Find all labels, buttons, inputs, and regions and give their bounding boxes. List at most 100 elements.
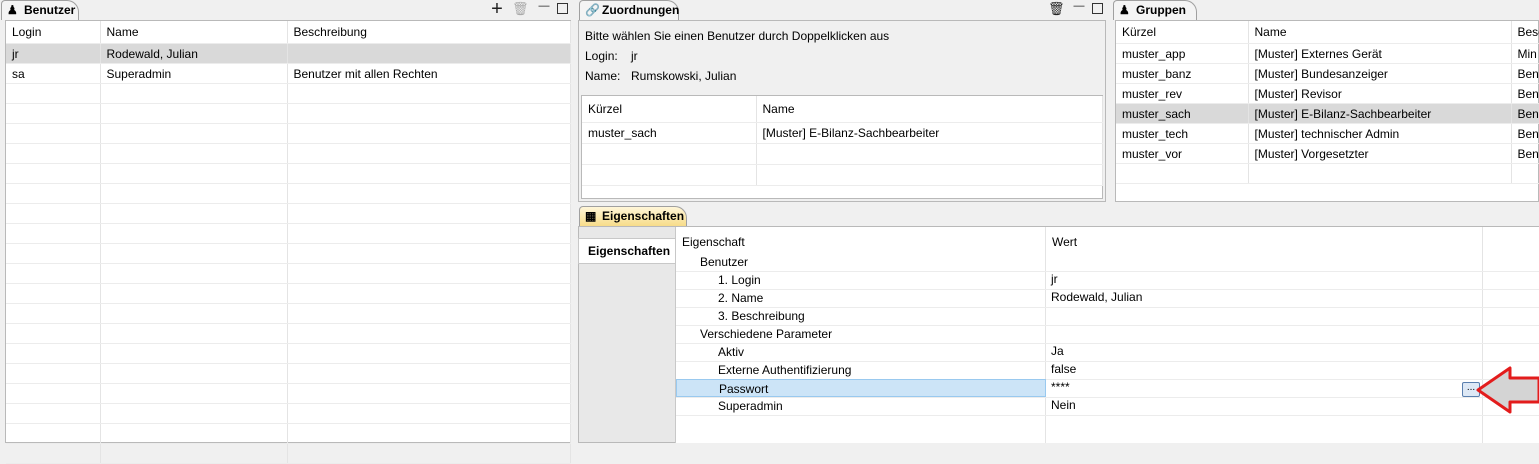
table-header: Login Name Beschreibung [6, 21, 571, 44]
property-label: 2. Name [718, 291, 764, 305]
table-row[interactable]: muster_sach [Muster] E-Bilanz-Sachbearbei… [1116, 103, 1539, 124]
table-row[interactable]: muster_sach [Muster] E-Bilanz-Sachbearbe… [582, 122, 1103, 144]
empty-cell [582, 164, 757, 186]
maximize-button[interactable] [557, 3, 568, 14]
column-header-name[interactable]: Name [1248, 21, 1512, 44]
add-user-button[interactable]: + [489, 0, 505, 19]
cell-description: Ben [1511, 143, 1539, 164]
empty-rows [6, 83, 571, 464]
empty-cell [6, 243, 101, 264]
empty-cell [287, 203, 571, 224]
property-value[interactable]: Nein [1051, 398, 1076, 412]
empty-row [6, 103, 571, 124]
assignment-table-panel: Kürzel Name muster_sach [Muster] E-Bilan… [581, 95, 1103, 199]
maximize-button[interactable] [1092, 3, 1103, 14]
tab-label: Zuordnungen [602, 3, 680, 17]
empty-cell [6, 443, 101, 464]
tab-eigenschaften[interactable]: ▦ Eigenschaften [579, 206, 687, 226]
property-row[interactable]: Superadmin [676, 397, 1046, 415]
table-row[interactable]: jr Rodewald, Julian [6, 43, 571, 64]
property-row[interactable]: Verschiedene Parameter [676, 325, 1046, 343]
empty-row [6, 223, 571, 244]
table-row[interactable]: muster_vor [Muster] Vorgesetzter Ben [1116, 143, 1539, 164]
property-row[interactable]: 2. Name [676, 289, 1046, 307]
side-tab-eigenschaften[interactable]: Eigenschaften [578, 238, 675, 264]
cell-login: sa [6, 63, 101, 84]
empty-cell [6, 343, 101, 364]
empty-cell [100, 383, 288, 404]
properties-icon: ▦ [585, 209, 597, 223]
empty-row [6, 403, 571, 424]
table-row[interactable]: muster_banz [Muster] Bundesanzeiger Ben [1116, 63, 1539, 84]
group-icon: ♟ [1119, 3, 1130, 17]
empty-row [6, 323, 571, 344]
table-row[interactable]: muster_tech [Muster] technischer Admin Ben [1116, 123, 1539, 144]
delete-assignment-button[interactable]: 🗑 [1048, 1, 1065, 17]
property-row[interactable]: 3. Beschreibung [676, 307, 1046, 325]
name-value: Rumskowski, Julian [631, 69, 737, 83]
property-label: 1. Login [718, 273, 761, 287]
empty-cell [100, 283, 288, 304]
property-value[interactable]: **** [1051, 380, 1070, 394]
hint-text: Bitte wählen Sie einen Benutzer durch Do… [585, 29, 890, 43]
empty-row [6, 83, 571, 104]
column-header-description[interactable]: Beschreibung [287, 21, 571, 44]
tab-benutzer[interactable]: ♟ Benutzer [1, 0, 79, 20]
table-header: Kürzel Name [582, 96, 1103, 123]
column-header-kuerzel[interactable]: Kürzel [1116, 21, 1249, 44]
column-header-kuerzel[interactable]: Kürzel [582, 96, 757, 123]
empty-cell [100, 403, 288, 424]
minimize-button[interactable]: — [1071, 1, 1087, 17]
empty-cell [6, 423, 101, 444]
property-row[interactable]: Passwort [676, 379, 1046, 397]
empty-cell [100, 183, 288, 204]
property-row[interactable]: Externe Authentifizierung [676, 361, 1046, 379]
empty-cell [6, 323, 101, 344]
empty-cell [287, 343, 571, 364]
column-header-description[interactable]: Besc [1511, 21, 1539, 44]
empty-cell [287, 83, 571, 104]
cell-kuerzel: muster_sach [582, 122, 757, 144]
login-value: jr [631, 49, 638, 63]
table-row[interactable]: muster_app [Muster] Externes Gerät Min [1116, 43, 1539, 64]
property-value[interactable]: Rodewald, Julian [1051, 290, 1142, 304]
tab-gruppen[interactable]: ♟ Gruppen [1113, 0, 1197, 20]
empty-cell [756, 143, 1103, 165]
property-row[interactable]: Benutzer [676, 253, 1046, 271]
empty-row [6, 243, 571, 264]
property-row[interactable]: 1. Login [676, 271, 1046, 289]
empty-cell [582, 143, 757, 165]
column-header-login[interactable]: Login [6, 21, 101, 44]
column-header-name[interactable]: Name [756, 96, 1103, 123]
eigenschaften-tabbar: ▦ Eigenschaften [578, 206, 1539, 226]
property-value[interactable]: false [1051, 362, 1076, 376]
empty-cell [6, 303, 101, 324]
column-header-property[interactable]: Eigenschaft [682, 235, 745, 249]
table-row[interactable]: muster_rev [Muster] Revisor Ben [1116, 83, 1539, 104]
delete-user-button[interactable]: 🗑 [512, 1, 529, 17]
property-label: Benutzer [700, 255, 749, 269]
property-label: 3. Beschreibung [718, 309, 805, 323]
cell-kuerzel: muster_tech [1116, 123, 1249, 144]
tab-zuordnungen[interactable]: 🔗 Zuordnungen [579, 0, 679, 20]
tab-label: Benutzer [24, 3, 76, 17]
tab-label: Gruppen [1136, 3, 1186, 17]
empty-cell [100, 83, 288, 104]
empty-cell [287, 143, 571, 164]
property-row[interactable]: Aktiv [676, 343, 1046, 361]
empty-row [582, 143, 1103, 165]
property-label: Superadmin [718, 399, 783, 413]
table-row[interactable]: sa Superadmin Benutzer mit allen Rechten [6, 63, 571, 84]
gruppen-table-panel: Kürzel Name Besc muster_app[Muster] Exte… [1115, 20, 1539, 202]
property-label: Aktiv [718, 345, 745, 359]
empty-cell [6, 203, 101, 224]
property-value[interactable]: Ja [1051, 344, 1064, 358]
red-arrow-annotation [1476, 366, 1539, 414]
column-header-name[interactable]: Name [100, 21, 288, 44]
property-value[interactable]: jr [1051, 272, 1058, 286]
empty-row [6, 363, 571, 384]
minimize-button[interactable]: — [536, 1, 552, 17]
column-header-value[interactable]: Wert [1052, 235, 1077, 249]
property-label: Externe Authentifizierung [718, 363, 852, 377]
empty-row [6, 423, 571, 444]
